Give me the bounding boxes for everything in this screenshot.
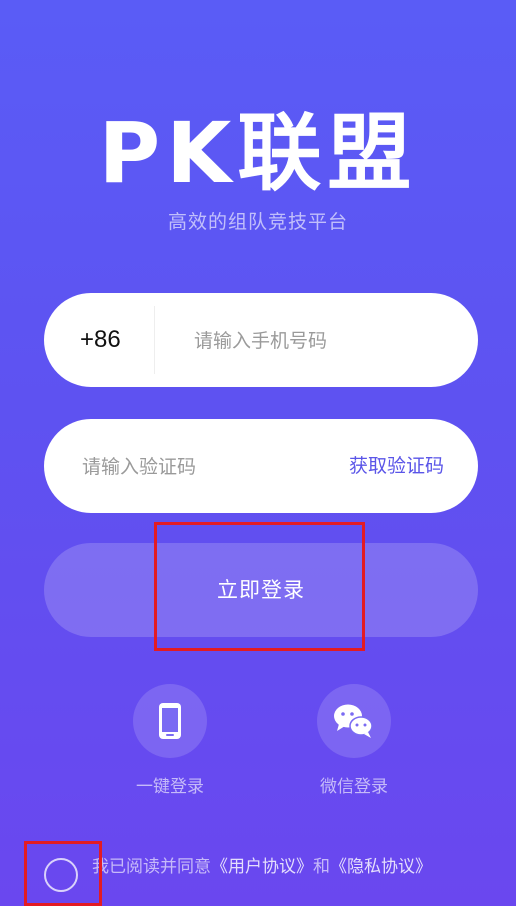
- wechat-icon: [317, 684, 391, 758]
- agreement-prefix: 我已阅读并同意: [92, 857, 211, 877]
- wechat-login-button[interactable]: 微信登录: [299, 684, 409, 797]
- verification-code-input[interactable]: [80, 447, 304, 487]
- app-subtitle: 高效的组队竞技平台: [167, 211, 348, 233]
- agreement-checkbox[interactable]: [44, 858, 78, 892]
- phone-input[interactable]: [192, 321, 456, 361]
- login-button[interactable]: 立即登录: [44, 543, 478, 637]
- app-title: PK联盟: [98, 104, 418, 202]
- phone-icon: [133, 684, 207, 758]
- country-code[interactable]: +86: [80, 293, 121, 387]
- verification-field: 获取验证码: [44, 419, 478, 513]
- phone-field: +86: [44, 293, 478, 387]
- privacy-policy-link[interactable]: 《隐私协议》: [330, 857, 432, 877]
- one-click-login-label: 一键登录: [136, 777, 204, 797]
- wechat-login-label: 微信登录: [320, 777, 388, 797]
- one-click-login-button[interactable]: 一键登录: [115, 684, 225, 797]
- get-code-button[interactable]: 获取验证码: [349, 419, 444, 513]
- agreement-and: 和: [313, 857, 330, 877]
- user-agreement-link[interactable]: 《用户协议》: [211, 857, 313, 877]
- divider: [154, 306, 155, 374]
- agreement-text: 我已阅读并同意《用户协议》和《隐私协议》: [92, 852, 472, 882]
